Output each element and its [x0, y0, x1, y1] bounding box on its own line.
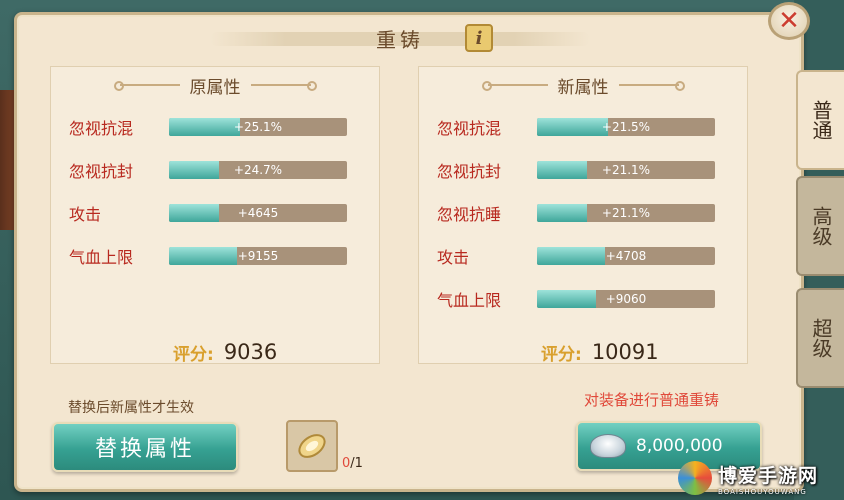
original-attributes-header: 原属性: [51, 73, 379, 98]
stat-value: +9060: [605, 292, 647, 306]
header-ornament-right: [618, 81, 685, 91]
original-stat-row: 气血上限 +9155: [69, 244, 369, 268]
reforge-stone-glyph: [298, 434, 326, 458]
stat-bar: +21.1%: [537, 161, 715, 179]
new-score: 评分: 10091: [541, 337, 659, 367]
stat-value: +21.1%: [601, 163, 651, 177]
new-stat-row: 忽视抗睡 +21.1%: [437, 201, 737, 225]
new-stat-row: 气血上限 +9060: [437, 287, 737, 311]
stat-name: 忽视抗混: [437, 119, 502, 138]
stat-bar: +9060: [537, 290, 715, 308]
stat-bar: +4708: [537, 247, 715, 265]
info-icon[interactable]: i: [465, 24, 493, 52]
stat-value: +25.1%: [233, 120, 283, 134]
reforge-hint: 对装备进行普通重铸: [584, 391, 720, 409]
original-attributes-panel: 原属性 忽视抗混 +25.1% 忽视抗封 +24.7% 攻击 +4645 气血上…: [50, 66, 380, 367]
stat-bar: +21.5%: [537, 118, 715, 136]
new-stat-row: 攻击 +4708: [437, 244, 737, 268]
stat-bar: +24.7%: [169, 161, 347, 179]
tab-label: 普通: [809, 100, 833, 140]
replace-attributes-button[interactable]: 替换属性: [52, 422, 238, 472]
dialog-title-bar: 重铸: [210, 18, 590, 58]
reforge-cost: 8,000,000: [636, 436, 723, 456]
stat-value: +21.1%: [601, 206, 651, 220]
stat-name: 忽视抗封: [437, 162, 502, 181]
original-stat-row: 忽视抗封 +24.7%: [69, 158, 369, 182]
new-stat-row: 忽视抗封 +21.1%: [437, 158, 737, 182]
stat-name: 气血上限: [437, 291, 502, 310]
tab-advanced[interactable]: 高级: [796, 176, 844, 276]
original-score: 评分: 9036: [173, 337, 277, 367]
header-ornament-right: [250, 81, 317, 91]
tab-normal[interactable]: 普通: [796, 70, 844, 170]
score-label: 评分:: [173, 344, 214, 365]
original-stat-row: 忽视抗混 +25.1%: [69, 115, 369, 139]
stat-name: 攻击: [437, 248, 470, 267]
material-need: /1: [350, 456, 363, 471]
stat-value: +24.7%: [233, 163, 283, 177]
dialog-title: 重铸: [376, 27, 424, 52]
new-attributes-panel: 新属性 忽视抗混 +21.5% 忽视抗封 +21.1% 忽视抗睡 +21.1% …: [418, 66, 748, 367]
tab-super[interactable]: 超级: [796, 288, 844, 388]
stat-name: 气血上限: [69, 248, 134, 267]
replace-hint: 替换后新属性才生效: [68, 400, 194, 416]
stat-bar: +25.1%: [169, 118, 347, 136]
stat-value: +4645: [237, 206, 279, 220]
silver-ingot-icon: [590, 434, 626, 458]
header-ornament-left: [481, 81, 548, 91]
stat-name: 忽视抗睡: [437, 205, 502, 224]
stat-bar: +21.1%: [537, 204, 715, 222]
new-attributes-header: 新属性: [419, 73, 747, 98]
score-value: 10091: [591, 340, 659, 364]
stat-name: 忽视抗混: [69, 119, 134, 138]
site-watermark: 博爱手游网 BOAISHOUYOUWANG: [678, 456, 844, 500]
watermark-logo-icon: [678, 461, 712, 495]
material-count: 0/1: [342, 456, 363, 471]
watermark-text: 博爱手游网 BOAISHOUYOUWANG: [718, 461, 818, 496]
stat-value: +4708: [605, 249, 647, 263]
stat-bar: +4645: [169, 204, 347, 222]
tab-label: 高级: [809, 206, 833, 246]
stat-name: 忽视抗封: [69, 162, 134, 181]
original-attributes-title: 原属性: [189, 77, 241, 98]
stat-bar: +9155: [169, 247, 347, 265]
stat-name: 攻击: [69, 205, 102, 224]
watermark-sub: BOAISHOUYOUWANG: [718, 487, 807, 496]
original-stat-row: 攻击 +4645: [69, 201, 369, 225]
score-label: 评分:: [541, 344, 582, 365]
score-value: 9036: [223, 340, 278, 364]
stat-value: +9155: [237, 249, 279, 263]
tab-label: 超级: [809, 318, 833, 358]
stat-value: +21.5%: [601, 120, 651, 134]
watermark-main: 博爱手游网: [718, 464, 819, 487]
reforge-stone-icon[interactable]: [286, 420, 338, 472]
new-attributes-title: 新属性: [557, 77, 609, 98]
header-ornament-left: [113, 81, 180, 91]
new-stat-row: 忽视抗混 +21.5%: [437, 115, 737, 139]
close-icon[interactable]: ✕: [768, 2, 810, 40]
